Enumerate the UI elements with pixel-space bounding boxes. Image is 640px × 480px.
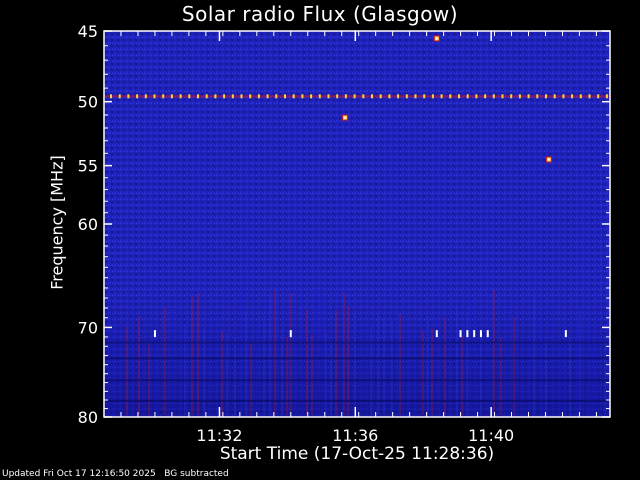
band-dot xyxy=(310,94,313,99)
spectrogram-plot: 45 50 55 60 70 80 11:32 11:36 11:40 xyxy=(78,22,611,445)
band-dot xyxy=(431,94,434,99)
marker-70mhz xyxy=(564,330,567,338)
band-dot xyxy=(475,94,478,99)
band-dot xyxy=(127,94,130,99)
y-tick-label: 70 xyxy=(78,318,98,337)
marker-70mhz xyxy=(435,330,438,338)
band-dot xyxy=(110,94,112,99)
marker-70mhz xyxy=(473,330,476,338)
band-dot xyxy=(423,94,426,99)
band-dot xyxy=(379,94,382,99)
band-dot xyxy=(170,94,173,99)
band-dot xyxy=(588,94,591,99)
band-dot xyxy=(214,94,217,99)
y-tick-label: 45 xyxy=(78,22,98,41)
x-tick-label: 11:40 xyxy=(468,426,514,445)
marker-70mhz xyxy=(153,330,156,338)
band-dot xyxy=(484,94,487,99)
marker-70mhz xyxy=(479,330,482,338)
band-dot xyxy=(284,94,286,99)
plot-area xyxy=(103,30,611,418)
y-tick-label: 60 xyxy=(78,215,98,234)
band-dot xyxy=(231,94,234,99)
hot-spot-core xyxy=(547,158,550,161)
band-dot xyxy=(362,94,365,99)
y-tick-label: 80 xyxy=(78,408,98,427)
band-dot xyxy=(414,94,417,99)
band-dot xyxy=(162,94,165,99)
dark-band xyxy=(104,379,610,382)
x-tick-label: 11:36 xyxy=(332,426,378,445)
hot-spot-core xyxy=(344,116,347,119)
band-dot xyxy=(344,94,347,99)
band-dot xyxy=(510,94,513,99)
band-dot xyxy=(553,94,556,99)
band-dot xyxy=(466,94,469,99)
band-dot xyxy=(179,94,182,99)
band-dot xyxy=(571,94,574,99)
marker-70mhz xyxy=(486,330,489,338)
y-tick-label: 50 xyxy=(78,93,98,112)
band-dot xyxy=(197,94,199,99)
y-tick-label: 55 xyxy=(78,157,98,176)
band-dot xyxy=(144,94,147,99)
band-dot xyxy=(188,94,191,99)
band-dot xyxy=(292,94,295,99)
band-dot xyxy=(275,94,278,99)
band-dot xyxy=(353,94,356,99)
band-dot xyxy=(388,94,391,99)
marker-70mhz xyxy=(289,330,292,338)
band-dot xyxy=(118,94,121,99)
band-dot xyxy=(240,94,243,99)
band-dot xyxy=(605,94,608,99)
band-dot xyxy=(266,94,269,99)
band-dot xyxy=(449,94,452,99)
band-dot xyxy=(597,94,600,99)
band-dot xyxy=(579,94,582,99)
band-dot xyxy=(136,94,139,99)
dark-band xyxy=(104,341,610,344)
band-dot xyxy=(327,94,330,99)
band-dot xyxy=(518,94,521,99)
band-dot xyxy=(249,94,252,99)
band-dot xyxy=(257,94,260,99)
marker-70mhz xyxy=(459,330,462,338)
band-dot xyxy=(536,94,539,99)
band-dot xyxy=(492,94,495,99)
band-dot xyxy=(223,94,226,99)
band-dot xyxy=(153,94,156,99)
dark-band xyxy=(104,357,610,360)
band-dot xyxy=(527,94,530,99)
hot-spot-core xyxy=(435,37,438,40)
band-dot xyxy=(562,94,565,99)
band-dot xyxy=(501,94,504,99)
band-dot xyxy=(405,94,408,99)
band-dot xyxy=(545,94,547,99)
band-dot xyxy=(440,94,443,99)
band-dot xyxy=(301,94,304,99)
marker-70mhz xyxy=(466,330,469,338)
band-dot xyxy=(318,94,321,99)
band-dot xyxy=(336,94,339,99)
x-tick-label: 11:32 xyxy=(196,426,242,445)
band-dot xyxy=(205,94,208,99)
band-dot xyxy=(458,94,460,99)
band-dot xyxy=(371,94,373,99)
dark-band xyxy=(104,400,610,403)
band-dot xyxy=(397,94,400,99)
